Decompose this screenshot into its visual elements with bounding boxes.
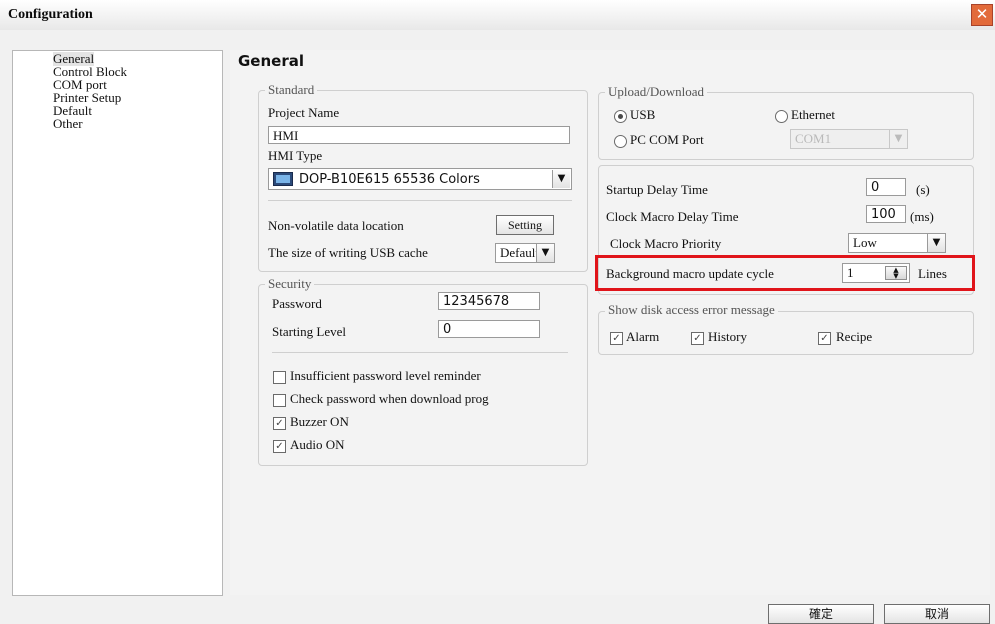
clock-macro-delay-label: Clock Macro Delay Time xyxy=(606,209,739,224)
password-input[interactable]: 12345678 xyxy=(438,292,540,310)
config-nav-list: General Control Block COM port Printer S… xyxy=(12,50,223,596)
close-icon[interactable]: ✕ xyxy=(971,4,993,26)
usb-label: USB xyxy=(630,107,656,122)
starting-level-label: Starting Level xyxy=(272,324,347,339)
setting-button[interactable]: Setting xyxy=(496,215,554,235)
history-checkbox[interactable]: ✓ xyxy=(691,332,704,345)
nonvolatile-label: Non-volatile data location xyxy=(268,218,404,233)
buzzer-checkbox[interactable]: ✓ xyxy=(273,417,286,430)
cancel-button[interactable]: 取消 xyxy=(884,604,990,624)
ethernet-radio[interactable] xyxy=(775,110,788,123)
ok-button[interactable]: 確定 xyxy=(768,604,874,624)
chevron-down-icon[interactable]: ▼ xyxy=(536,244,554,262)
monitor-icon xyxy=(273,172,293,186)
recipe-label: Recipe xyxy=(836,329,873,344)
recipe-checkbox[interactable]: ✓ xyxy=(818,332,831,345)
pc-com-port-radio[interactable] xyxy=(614,135,627,148)
chevron-down-icon[interactable]: ▼ xyxy=(927,234,945,252)
clock-macro-priority-value: Low xyxy=(853,235,877,250)
hmi-type-value: DOP-B10E615 65536 Colors xyxy=(299,172,480,187)
usb-cache-select[interactable]: Default ▼ xyxy=(495,243,555,263)
upload-download-group xyxy=(598,92,974,160)
audio-checkbox[interactable]: ✓ xyxy=(273,440,286,453)
highlight-annotation-box xyxy=(595,255,975,291)
check-password-checkbox[interactable] xyxy=(273,394,286,407)
clock-macro-priority-select[interactable]: Low ▼ xyxy=(848,233,946,253)
alarm-checkbox[interactable]: ✓ xyxy=(610,332,623,345)
clock-macro-delay-input[interactable]: 100 xyxy=(866,205,906,223)
hmi-type-select[interactable]: DOP-B10E615 65536 Colors ▼ xyxy=(268,168,572,190)
chevron-down-icon: ▼ xyxy=(889,130,907,148)
usb-cache-label: The size of writing USB cache xyxy=(268,245,428,260)
alarm-label: Alarm xyxy=(626,329,660,344)
chevron-down-icon[interactable]: ▼ xyxy=(552,170,570,188)
upload-download-legend: Upload/Download xyxy=(605,84,708,100)
com-port-select: COM1 ▼ xyxy=(790,129,908,149)
window-title: Configuration xyxy=(8,7,93,22)
clock-macro-delay-unit: (ms) xyxy=(910,209,934,224)
buzzer-label: Buzzer ON xyxy=(290,414,349,429)
hmi-type-label: HMI Type xyxy=(268,148,323,163)
password-label: Password xyxy=(272,296,322,311)
usb-cache-value: Default xyxy=(500,245,539,260)
insufficient-reminder-checkbox[interactable] xyxy=(273,371,286,384)
insufficient-reminder-label: Insufficient password level reminder xyxy=(290,368,481,383)
com-port-value: COM1 xyxy=(795,131,832,146)
usb-radio[interactable] xyxy=(614,110,627,123)
security-legend: Security xyxy=(265,276,315,292)
starting-level-input[interactable]: 0 xyxy=(438,320,540,338)
page-title: General xyxy=(238,52,304,70)
security-divider xyxy=(272,352,568,353)
startup-delay-input[interactable]: 0 xyxy=(866,178,906,196)
pc-com-port-label: PC COM Port xyxy=(630,132,704,147)
audio-label: Audio ON xyxy=(290,437,345,452)
startup-delay-label: Startup Delay Time xyxy=(606,182,708,197)
title-bar xyxy=(0,0,995,31)
sidebar-item-other[interactable]: Other xyxy=(53,117,83,131)
startup-delay-unit: (s) xyxy=(916,182,930,197)
project-name-input[interactable]: HMI xyxy=(268,126,570,144)
check-password-label: Check password when download prog xyxy=(290,391,489,406)
ethernet-label: Ethernet xyxy=(791,107,836,122)
standard-divider xyxy=(268,200,572,201)
clock-macro-priority-label: Clock Macro Priority xyxy=(610,236,722,251)
history-label: History xyxy=(708,329,747,344)
disk-error-legend: Show disk access error message xyxy=(605,302,778,318)
project-name-label: Project Name xyxy=(268,105,340,120)
standard-legend: Standard xyxy=(265,82,318,98)
